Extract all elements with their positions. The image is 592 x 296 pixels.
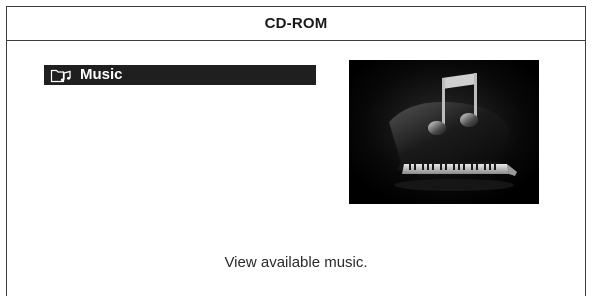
menu-description: View available music.: [224, 254, 368, 271]
cd-rom-screen: CD-ROM Music View available music.: [6, 6, 586, 296]
music-preview-image: [349, 60, 539, 204]
page-title: CD-ROM: [7, 7, 585, 41]
menu-item-music[interactable]: Music: [44, 65, 316, 85]
menu-item-label: Music: [80, 66, 123, 83]
music-folder-icon: [50, 67, 72, 83]
